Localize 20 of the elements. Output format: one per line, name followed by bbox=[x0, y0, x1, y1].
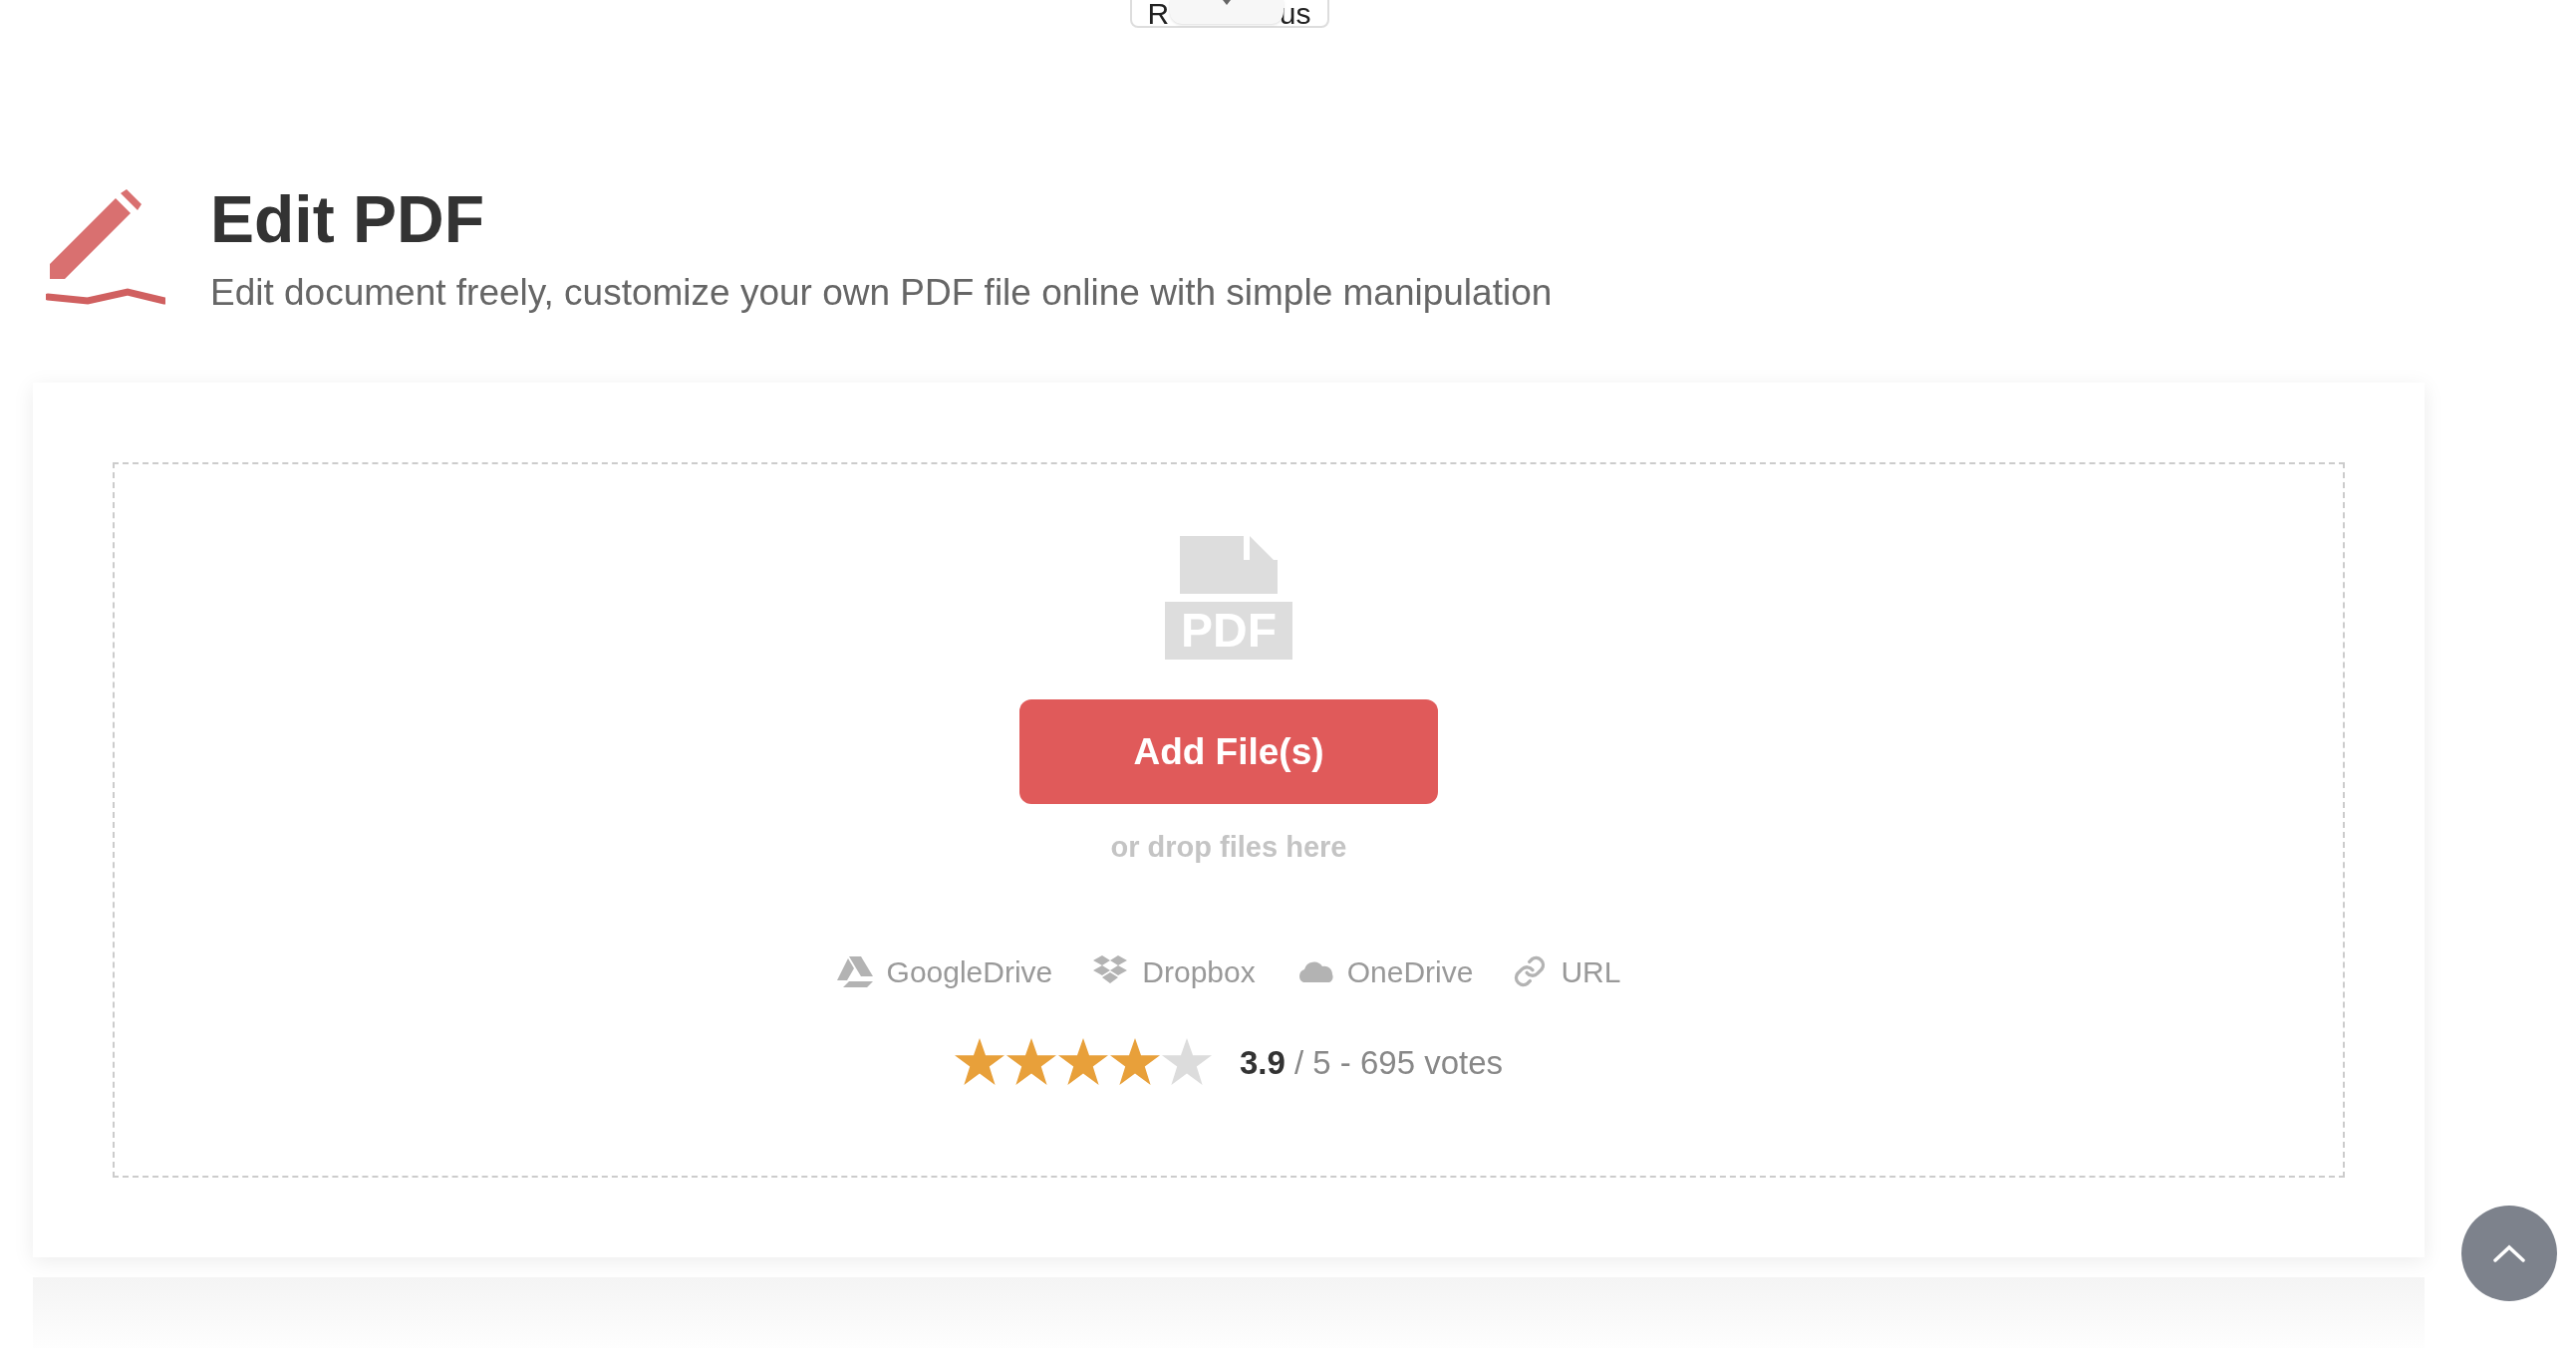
source-link[interactable]: Dropbox bbox=[1092, 948, 1256, 994]
drive-triangle-icon bbox=[836, 955, 873, 987]
star-icon bbox=[1005, 1038, 1056, 1087]
star-rating[interactable] bbox=[954, 1038, 1212, 1087]
page-subtitle: Edit document freely, customize your own PDF file online with simple manipulation bbox=[210, 271, 1553, 315]
link-icon bbox=[1513, 954, 1548, 988]
source-link[interactable]: URL bbox=[1513, 948, 1621, 994]
star-icon bbox=[1109, 1038, 1160, 1087]
star-icon bbox=[1161, 1038, 1212, 1087]
page-title: Edit PDF bbox=[210, 181, 485, 258]
star-icon bbox=[1057, 1038, 1108, 1087]
rating-text: 3.9 / 5 - 695 votes bbox=[1239, 1042, 1504, 1083]
source-link[interactable]: OneDrive bbox=[1294, 948, 1474, 994]
chevron-up-icon bbox=[2493, 1244, 2525, 1262]
drop-hint: or drop files here bbox=[1110, 830, 1347, 865]
star-icon bbox=[954, 1038, 1004, 1087]
add-files-button[interactable]: Add File(s) bbox=[1019, 699, 1438, 804]
button-label-start: R bbox=[1147, 2, 1170, 26]
source-link[interactable]: GoogleDrive bbox=[836, 948, 1053, 994]
pencil-icon bbox=[46, 189, 165, 307]
